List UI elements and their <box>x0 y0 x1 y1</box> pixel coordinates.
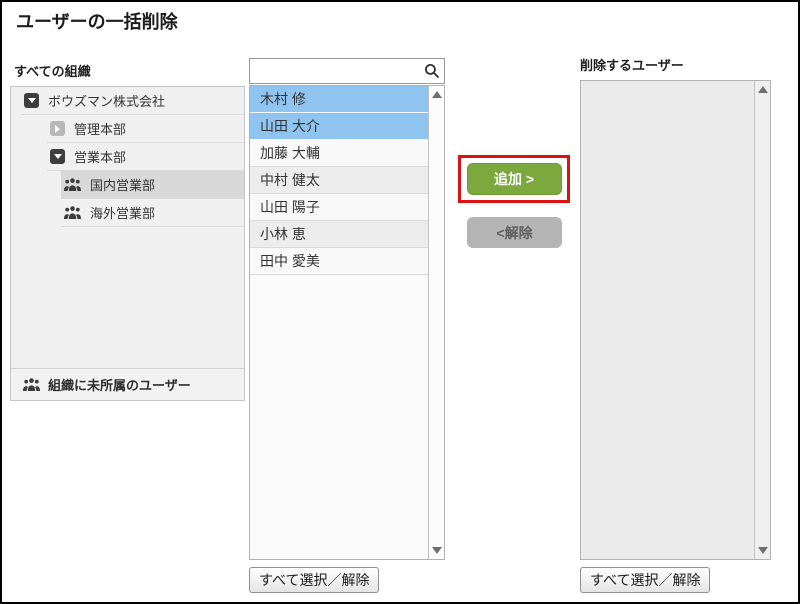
select-all-target-button[interactable]: すべて選択／解除 <box>580 567 710 593</box>
delete-list-rows <box>581 81 754 559</box>
annotation-highlight: 追加 > <box>458 155 570 203</box>
remove-button[interactable]: <解除 <box>467 217 562 248</box>
collapse-toggle-icon[interactable] <box>24 93 39 108</box>
page-title: ユーザーの一括削除 <box>16 8 178 34</box>
people-group-icon <box>64 206 81 219</box>
triangle-down-icon <box>28 98 36 103</box>
delete-user-list <box>580 80 771 560</box>
user-list-item[interactable]: 中村 健太 <box>250 167 428 194</box>
user-list-scrollbar[interactable] <box>428 86 444 559</box>
user-list-item[interactable]: 加藤 大輔 <box>250 140 428 167</box>
tree-item-label: ボウズマン株式会社 <box>48 91 165 110</box>
collapse-toggle-icon[interactable] <box>50 149 65 164</box>
tree-item-label: 管理本部 <box>74 119 126 138</box>
search-icon[interactable] <box>424 63 440 79</box>
people-group-icon <box>23 378 40 391</box>
scroll-up-icon[interactable] <box>432 91 442 98</box>
tree-item[interactable]: 海外営業部 <box>61 199 244 227</box>
user-list-item[interactable]: 小林 恵 <box>250 221 428 248</box>
delete-list-scrollbar[interactable] <box>754 81 770 559</box>
tree-item[interactable]: 管理本部 <box>47 115 244 143</box>
bulk-delete-users-screen: ユーザーの一括削除 すべての組織 ボウズマン株式会社 管理本部 営業本部 国内営… <box>0 0 800 604</box>
tree-item[interactable]: 営業本部 <box>47 143 244 171</box>
user-list-item[interactable]: 田中 愛美 <box>250 248 428 275</box>
user-list: 木村 修 山田 大介 加藤 大輔 中村 健太 山田 陽子 小林 恵 田中 愛美 <box>249 85 445 560</box>
people-group-icon <box>64 178 81 191</box>
tree-item-label: 国内営業部 <box>90 175 155 194</box>
user-list-item[interactable]: 山田 陽子 <box>250 194 428 221</box>
tree-item-label: 営業本部 <box>74 147 126 166</box>
user-search-input[interactable] <box>249 58 445 84</box>
unassigned-users-label: 組織に未所属のユーザー <box>48 375 191 394</box>
expand-toggle-icon[interactable] <box>50 121 65 136</box>
scroll-up-icon[interactable] <box>758 86 768 93</box>
unassigned-users-item[interactable]: 組織に未所属のユーザー <box>11 368 244 400</box>
user-search <box>249 58 445 84</box>
triangle-right-icon <box>55 125 60 133</box>
tree-item-selected[interactable]: 国内営業部 <box>61 171 244 199</box>
org-tree-panel: ボウズマン株式会社 管理本部 営業本部 国内営業部 海外営業部 <box>10 86 245 401</box>
tree-item-label: 海外営業部 <box>90 203 155 222</box>
scroll-down-icon[interactable] <box>758 547 768 554</box>
delete-panel-heading: 削除するユーザー <box>580 55 684 74</box>
select-all-source-button[interactable]: すべて選択／解除 <box>249 567 379 593</box>
triangle-down-icon <box>54 154 62 159</box>
add-button[interactable]: 追加 > <box>467 163 562 195</box>
org-panel-heading: すべての組織 <box>14 61 91 80</box>
user-list-rows: 木村 修 山田 大介 加藤 大輔 中村 健太 山田 陽子 小林 恵 田中 愛美 <box>250 86 428 559</box>
tree-item[interactable]: ボウズマン株式会社 <box>21 87 244 115</box>
user-list-item-selected[interactable]: 山田 大介 <box>250 113 428 140</box>
user-list-item-selected[interactable]: 木村 修 <box>250 86 428 113</box>
scroll-down-icon[interactable] <box>432 547 442 554</box>
